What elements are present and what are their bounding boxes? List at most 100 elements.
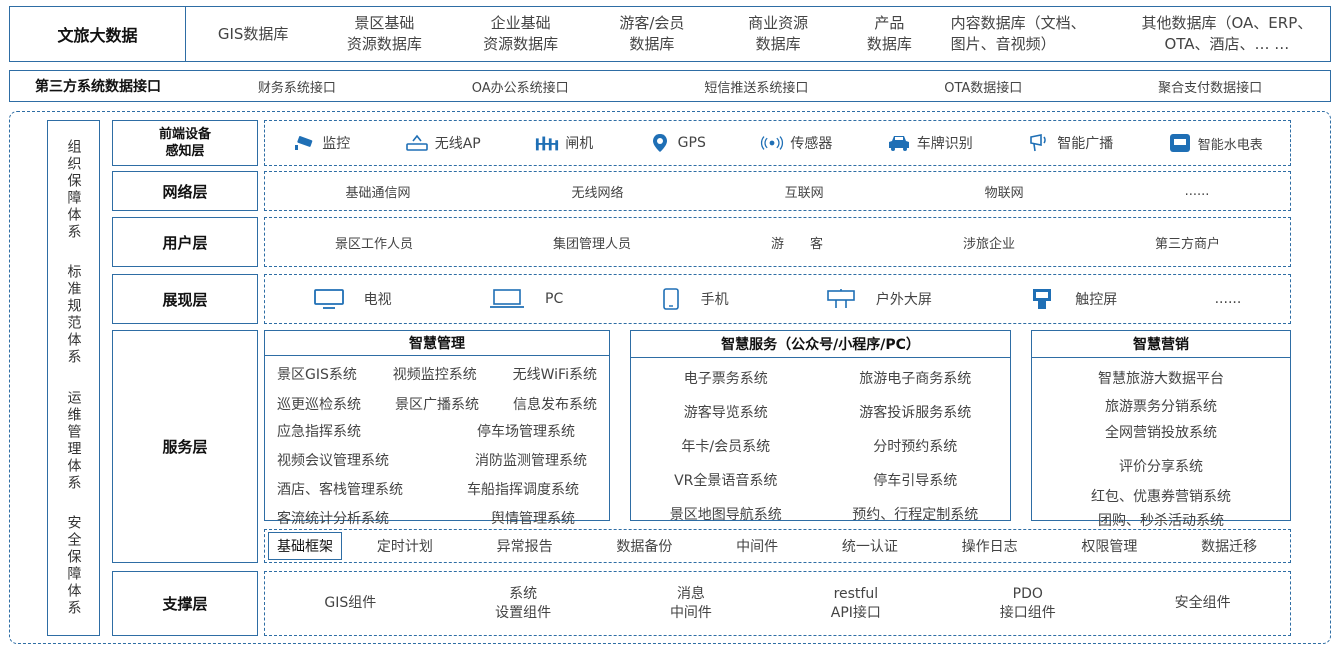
system-item: 客流统计分析系统 xyxy=(277,511,389,527)
meter-icon xyxy=(1168,133,1192,153)
smart-service-title: 智慧服务（公众号/小程序/PC） xyxy=(631,331,1010,358)
management-row: 视频会议管理系统 消防监测管理系统 xyxy=(265,450,609,470)
network-item: ...... xyxy=(1184,183,1210,199)
management-row: 客流统计分析系统 舆情管理系统 xyxy=(265,508,609,528)
interface-item: 财务系统接口 xyxy=(257,80,336,96)
gate-icon xyxy=(535,133,559,153)
base-framework-label: 基础框架 xyxy=(268,532,342,560)
tv-icon xyxy=(313,289,344,309)
network-layer-label: 网络层 xyxy=(112,171,258,211)
support-layer-label: 支撑层 xyxy=(112,571,258,636)
device-layer-items: 监控 无线AP 闸机 GPS 传感器 车牌识别 智能广播 智能水电表 xyxy=(264,120,1291,166)
device-item: 智能广播 xyxy=(1027,133,1113,153)
management-row: 应急指挥系统 停车场管理系统 xyxy=(265,421,609,441)
service-row: 电子票务系统 旅游电子商务系统 xyxy=(631,368,1010,388)
user-item: 景区工作人员 xyxy=(334,236,413,252)
marketing-item: 团购、秒杀活动系统 xyxy=(1098,513,1224,529)
management-row: 酒店、客栈管理系统 车船指挥调度系统 xyxy=(265,479,609,499)
support-item: PDO 接口组件 xyxy=(999,585,1056,621)
broadcast-icon xyxy=(1027,133,1051,153)
support-item: 系统 设置组件 xyxy=(495,585,552,621)
network-item: 无线网络 xyxy=(571,185,624,201)
support-layer-items: GIS组件 系统 设置组件 消息 中间件 restful API接口 PDO 接口组件 … xyxy=(264,571,1291,636)
base-framework-items: 定时计划 异常报告 数据备份 中间件 统一认证 操作日志 权限管理 数据迁移 xyxy=(345,530,1289,562)
system-item: 电子票务系统 xyxy=(683,371,768,387)
db-item: 其他数据库（OA、ERP、 OTA、酒店、… … xyxy=(1141,14,1313,53)
display-layer-items: 电视 PC 手机 户外大屏 触控屏 ...... xyxy=(264,274,1291,324)
system-item: 车船指挥调度系统 xyxy=(467,482,579,498)
sensor-icon xyxy=(760,133,784,153)
framework-item: 数据迁移 xyxy=(1201,539,1258,555)
smart-management-title: 智慧管理 xyxy=(265,331,609,356)
display-item: 手机 xyxy=(661,288,729,310)
display-layer-label: 展现层 xyxy=(112,274,258,324)
system-item: 无线WiFi系统 xyxy=(512,367,597,383)
marketing-item: 智慧旅游大数据平台 xyxy=(1098,371,1224,387)
side-group: 安全保障体系 xyxy=(65,515,82,618)
service-row: 年卡/会员系统 分时预约系统 xyxy=(631,436,1010,456)
service-row: 游客导览系统 游客投诉服务系统 xyxy=(631,402,1010,422)
phone-icon xyxy=(661,288,681,310)
db-item: 产品 数据库 xyxy=(866,14,912,53)
db-item: 商业资源 数据库 xyxy=(748,14,809,53)
network-item: 物联网 xyxy=(984,185,1024,201)
device-item: 监控 xyxy=(292,133,350,153)
support-item: restful API接口 xyxy=(830,585,881,621)
smart-management-panel: 智慧管理 景区GIS系统 视频监控系统 无线WiFi系统 巡更巡检系统 景区广播系统 信… xyxy=(264,330,610,527)
framework-item: 中间件 xyxy=(736,539,779,555)
device-item: 无线AP xyxy=(405,133,481,153)
marketing-item: 红包、优惠券营销系统 xyxy=(1091,489,1231,505)
outdoor-screen-icon xyxy=(826,289,856,309)
user-layer-label: 用户层 xyxy=(112,217,258,267)
big-data-label: 文旅大数据 xyxy=(10,7,186,61)
network-item: 互联网 xyxy=(784,185,824,201)
db-item: 游客/会员 数据库 xyxy=(619,14,685,53)
support-item: 消息 中间件 xyxy=(669,585,712,621)
framework-item: 数据备份 xyxy=(616,539,673,555)
third-party-items: 财务系统接口 OA办公系统接口 短信推送系统接口 OTA数据接口 聚合支付数据接… xyxy=(190,71,1330,101)
side-group: 运维管理体系 xyxy=(65,389,82,492)
interface-item: OA办公系统接口 xyxy=(471,80,569,96)
system-item: 酒店、客栈管理系统 xyxy=(277,482,403,498)
system-item: 景区地图导航系统 xyxy=(669,507,782,523)
system-item: 分时预约系统 xyxy=(873,439,958,455)
user-item: 游 客 xyxy=(770,236,823,252)
display-item: 电视 xyxy=(313,289,392,309)
big-data-items: GIS数据库 景区基础 资源数据库 企业基础 资源数据库 游客/会员 数据库 商业资源… xyxy=(190,7,1330,61)
system-item: 应急指挥系统 xyxy=(277,424,361,440)
device-item: 传感器 xyxy=(760,133,832,153)
system-item: 视频监控系统 xyxy=(392,367,477,383)
user-layer-items: 景区工作人员 集团管理人员 游 客 涉旅企业 第三方商户 xyxy=(264,217,1291,267)
system-item: 游客导览系统 xyxy=(683,405,768,421)
system-item: 年卡/会员系统 xyxy=(681,439,771,455)
display-item: 户外大屏 xyxy=(826,289,932,309)
side-group: 标准规范体系 xyxy=(65,264,82,367)
user-item: 集团管理人员 xyxy=(552,236,631,252)
db-item: 内容数据库（文档、 图片、音视频） xyxy=(950,14,1086,53)
big-data-bar: 文旅大数据 GIS数据库 景区基础 资源数据库 企业基础 资源数据库 游客/会员 数据… xyxy=(9,6,1331,62)
third-party-bar: 第三方系统数据接口 财务系统接口 OA办公系统接口 短信推送系统接口 OTA数据… xyxy=(9,70,1331,102)
marketing-item: 全网营销投放系统 xyxy=(1105,425,1217,441)
display-item: PC xyxy=(489,289,563,309)
service-row: 景区地图导航系统 预约、行程定制系统 xyxy=(631,504,1010,524)
smart-service-panel: 智慧服务（公众号/小程序/PC） 电子票务系统 旅游电子商务系统 游客导览系统 游客… xyxy=(630,330,1011,524)
base-framework-bar: 基础框架 定时计划 异常报告 数据备份 中间件 统一认证 操作日志 权限管理 数… xyxy=(264,529,1291,563)
framework-item: 统一认证 xyxy=(841,539,898,555)
system-item: 景区GIS系统 xyxy=(277,367,357,383)
service-layer-label: 服务层 xyxy=(112,330,258,563)
smart-marketing-panel: 智慧营销 智慧旅游大数据平台 旅游票务分销系统 全网营销投放系统 评价分享系统 … xyxy=(1031,330,1291,529)
device-layer-label: 前端设备 感知层 xyxy=(112,120,258,166)
system-item: 巡更巡检系统 xyxy=(277,397,361,413)
third-party-label: 第三方系统数据接口 xyxy=(35,79,161,95)
system-item: 游客投诉服务系统 xyxy=(859,405,972,421)
user-item: 涉旅企业 xyxy=(962,236,1015,252)
user-item: 第三方商户 xyxy=(1154,236,1220,252)
system-item: 舆情管理系统 xyxy=(491,511,575,527)
service-row: VR全景语音系统 停车引导系统 xyxy=(631,470,1010,490)
side-group: 组织保障体系 xyxy=(65,138,82,241)
network-item: 基础通信网 xyxy=(345,185,411,201)
wireless-ap-icon xyxy=(405,133,429,153)
system-item: 旅游电子商务系统 xyxy=(859,371,972,387)
db-item: GIS数据库 xyxy=(217,24,289,43)
framework-item: 权限管理 xyxy=(1081,539,1138,555)
